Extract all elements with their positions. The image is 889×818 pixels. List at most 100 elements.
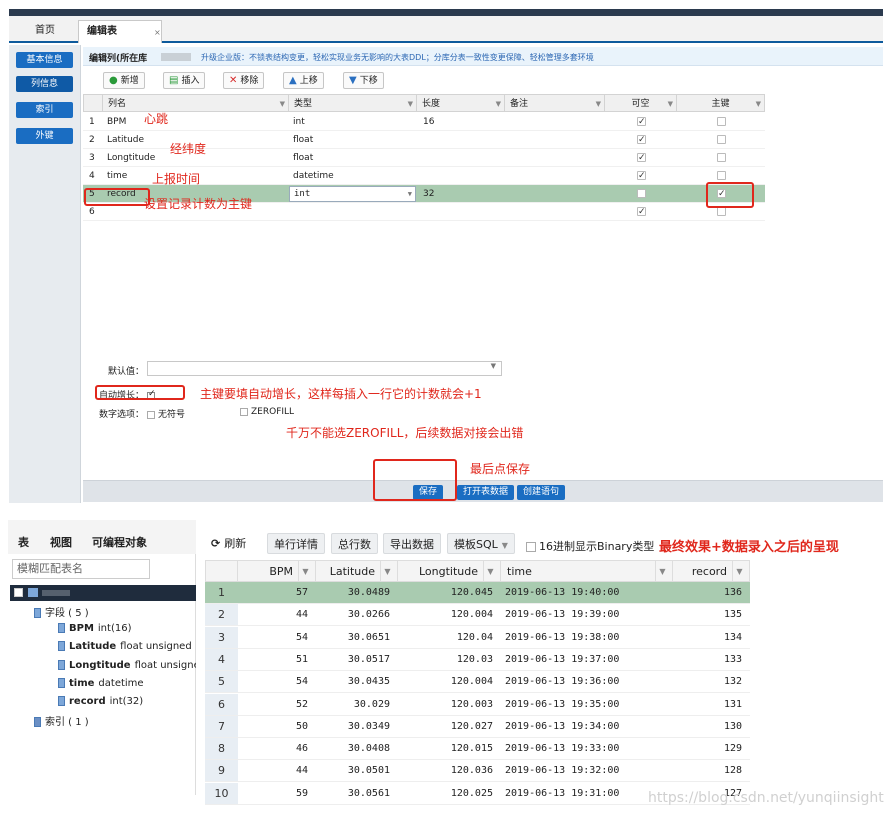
type-select[interactable]: int ▼ [289,186,416,202]
tree-field-item[interactable]: time datetime [58,677,196,689]
chevron-down-icon[interactable]: ▼ [496,95,501,113]
tree-field-item[interactable]: Longtitudefloat unsigned [58,659,196,671]
bpm-cell[interactable]: 54 [238,671,316,692]
tree-field-item[interactable]: Latitude float unsigned [58,641,196,652]
export-data-button[interactable]: 导出数据 [383,533,441,554]
bpm-cell[interactable]: 52 [238,694,316,715]
record-cell[interactable]: 128 [673,760,750,781]
record-cell[interactable]: 132 [673,671,750,692]
data-header-bpm[interactable]: BPM ▼ [238,560,316,583]
row-detail-button[interactable]: 单行详情 [267,533,325,554]
chevron-down-icon[interactable]: ▼ [491,362,496,370]
tree-field-item[interactable]: record int(32) [58,696,196,707]
insert-button[interactable]: ▤ 插入 [163,72,206,89]
time-cell[interactable]: 2019-06-13 19:34:00 [501,716,673,737]
sidebar-item-foreign-keys[interactable]: 外键 [16,128,73,144]
longitude-cell[interactable]: 120.003 [398,694,501,715]
time-cell[interactable]: 2019-06-13 19:33:00 [501,738,673,759]
record-cell[interactable]: 136 [673,582,750,603]
data-header-record[interactable]: record ▼ [673,560,750,583]
record-cell[interactable]: 134 [673,627,750,648]
time-cell[interactable]: 2019-06-13 19:32:00 [501,760,673,781]
nullable-checkbox[interactable] [637,113,646,131]
chevron-down-icon[interactable]: ▼ [408,187,412,201]
move-up-button[interactable]: ▲ 上移 [283,72,324,89]
data-header-longitude[interactable]: Longtitude ▼ [398,560,501,583]
record-cell[interactable]: 135 [673,604,750,625]
bpm-cell[interactable]: 54 [238,627,316,648]
nullable-checkbox[interactable] [637,131,646,149]
time-cell[interactable]: 2019-06-13 19:36:00 [501,671,673,692]
tab-tables[interactable]: 表 [18,534,29,550]
chevron-down-icon[interactable]: ▼ [668,95,673,113]
grid-header-name[interactable]: 列名 ▼ [103,94,289,112]
column-type-cell[interactable]: float [293,131,313,149]
table-row[interactable]: 2 44 30.0266 120.004 2019-06-13 19:39:00 135 [205,604,750,627]
primary-key-checkbox[interactable] [717,153,726,162]
nullable-checkbox[interactable] [637,189,646,198]
bpm-cell[interactable]: 59 [238,783,316,804]
chevron-down-icon[interactable]: ▼ [596,95,601,113]
chevron-down-icon[interactable]: ▼ [756,95,761,113]
column-name-cell[interactable]: Latitude [107,131,144,149]
grid-header-comment[interactable]: 备注 ▼ [505,94,605,112]
column-type-cell[interactable]: datetime [293,167,334,185]
primary-key-checkbox[interactable] [717,171,726,180]
chevron-down-icon[interactable]: ▼ [483,561,497,583]
tree-root-selected[interactable] [10,585,196,601]
time-cell[interactable]: 2019-06-13 19:40:00 [501,582,673,603]
longitude-cell[interactable]: 120.004 [398,604,501,625]
latitude-cell[interactable]: 30.0266 [316,604,398,625]
bpm-cell[interactable]: 50 [238,716,316,737]
sidebar-item-basic[interactable]: 基本信息 [16,52,73,68]
longitude-cell[interactable]: 120.03 [398,649,501,670]
table-row[interactable]: 7 50 30.0349 120.027 2019-06-13 19:34:00 130 [205,715,750,738]
column-name-cell[interactable]: Longtitude [107,149,155,167]
tab-programmable[interactable]: 可编程对象 [92,534,147,550]
data-header-time[interactable]: time ▼ [501,560,673,583]
chevron-down-icon[interactable]: ▼ [380,561,394,583]
table-row[interactable]: 3 54 30.0651 120.04 2019-06-13 19:38:00 134 [205,626,750,649]
latitude-cell[interactable]: 30.0501 [316,760,398,781]
chevron-down-icon[interactable]: ▼ [280,95,285,113]
collapse-icon[interactable] [14,588,23,597]
tab-home[interactable]: 首页 [18,20,72,43]
tab-close-icon[interactable]: × [154,22,161,45]
longitude-cell[interactable]: 120.027 [398,716,501,737]
primary-key-checkbox[interactable] [717,135,726,144]
bpm-cell[interactable]: 51 [238,649,316,670]
column-type-cell[interactable]: int [293,113,305,131]
latitude-cell[interactable]: 30.0408 [316,738,398,759]
hex-binary-checkbox[interactable] [526,542,536,552]
open-table-data-button[interactable]: 打开表数据 [457,485,515,500]
time-cell[interactable]: 2019-06-13 19:38:00 [501,627,673,648]
table-row[interactable]: 6 52 30.029 120.003 2019-06-13 19:35:00 131 [205,693,750,716]
latitude-cell[interactable]: 30.0489 [316,582,398,603]
default-value-select[interactable]: ▼ [147,361,502,376]
table-row[interactable]: 9 44 30.0501 120.036 2019-06-13 19:32:00 128 [205,760,750,783]
template-sql-button[interactable]: 模板SQL ▼ [447,533,515,554]
table-row[interactable]: 1 BPM int 16 [83,113,765,131]
chevron-down-icon[interactable]: ▼ [408,95,413,113]
record-cell[interactable]: 129 [673,738,750,759]
total-rows-button[interactable]: 总行数 [331,533,378,554]
unsigned-checkbox[interactable] [147,410,156,419]
grid-header-type[interactable]: 类型 ▼ [289,94,417,112]
bpm-cell[interactable]: 57 [238,582,316,603]
chevron-down-icon[interactable]: ▼ [732,561,746,583]
grid-header-length[interactable]: 长度 ▼ [417,94,505,112]
grid-header-nullable[interactable]: 可空 ▼ [605,94,677,112]
longitude-cell[interactable]: 120.04 [398,627,501,648]
record-cell[interactable]: 131 [673,694,750,715]
table-filter-input[interactable]: 模糊匹配表名 [12,559,150,579]
column-length-cell[interactable]: 16 [423,113,434,131]
longitude-cell[interactable]: 120.015 [398,738,501,759]
nullable-checkbox[interactable] [637,203,646,221]
column-type-cell[interactable]: float [293,149,313,167]
latitude-cell[interactable]: 30.0561 [316,783,398,804]
longitude-cell[interactable]: 120.045 [398,582,501,603]
bpm-cell[interactable]: 44 [238,760,316,781]
time-cell[interactable]: 2019-06-13 19:37:00 [501,649,673,670]
table-row[interactable]: 1 57 30.0489 120.045 2019-06-13 19:40:00 136 [205,582,750,604]
tab-views[interactable]: 视图 [50,534,72,550]
